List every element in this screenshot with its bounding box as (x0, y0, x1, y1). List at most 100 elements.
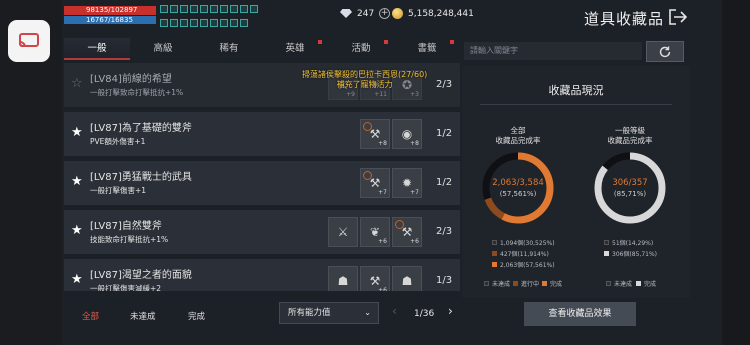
page-indicator: 1/36 (414, 309, 435, 319)
tab-rare[interactable]: 稀有 (196, 38, 262, 60)
legend-swatch (636, 281, 641, 286)
legend-text: 427個(11,914%) (500, 251, 549, 258)
item-icon: ⚒ (369, 274, 381, 288)
legend-swatch (492, 262, 497, 267)
collection-row[interactable]: ★ [LV87]自然雙斧 技能致命打擊抵抗+1% ⚔ ❦ +6 ⚒ +6 2/3 (64, 210, 460, 254)
item-slot[interactable]: ⚒ +6 (360, 266, 390, 291)
refresh-button[interactable] (646, 41, 684, 62)
favorite-star-icon[interactable]: ★ (71, 224, 83, 238)
favorite-star-icon[interactable]: ☆ (71, 77, 83, 91)
next-page-icon[interactable]: › (448, 304, 453, 318)
normal-completion-percent: (85,71%) (613, 190, 647, 198)
exit-icon[interactable] (668, 8, 688, 26)
normal-completion-value: 306/357 (592, 178, 668, 188)
buff-icon (210, 18, 218, 27)
item-enchant: +3 (410, 91, 419, 98)
collection-progress: 2/3 (436, 226, 453, 237)
gold-amount: 5,158,248,441 (408, 8, 474, 19)
item-slot[interactable]: ☗ (328, 266, 358, 291)
collection-effect: 一般打擊致命打擊抵抗+1% (90, 88, 184, 97)
item-slot[interactable]: ❦ +6 (360, 217, 390, 247)
item-collection-screen: 98135/102897 16767/16835 247 + 5,158,248… (62, 0, 722, 345)
diamond-currency: 247 + (340, 8, 391, 19)
legend-text: 未達成 (614, 281, 633, 288)
gold-currency: 5,158,248,441 (392, 8, 474, 19)
label-line: 收藏品完成率 (495, 136, 541, 145)
status-bar: 98135/102897 16767/16835 247 + 5,158,248… (62, 0, 722, 36)
label-line: 全部 (510, 126, 526, 135)
favorite-star-icon[interactable]: ★ (71, 273, 83, 287)
item-slot[interactable]: ⚒ +7 (360, 168, 390, 198)
collection-items: ⚔ ❦ +6 ⚒ +6 (328, 217, 422, 247)
tab-label: 英雄 (285, 43, 305, 54)
legend-swatch (484, 281, 489, 286)
item-icon: ☗ (337, 274, 349, 288)
item-slot[interactable]: ☗ (392, 266, 422, 291)
item-slot[interactable]: ⚒ +8 (360, 119, 390, 149)
legend-swatch (606, 281, 611, 286)
tab-event[interactable]: 活動 (328, 38, 394, 60)
label-line: 一般等級 (615, 126, 645, 135)
filter-all[interactable]: 全部 (82, 310, 99, 322)
legend-swatch (604, 240, 609, 245)
item-slot[interactable]: ✹ +7 (392, 168, 422, 198)
buff-icons (160, 5, 258, 31)
collection-row[interactable]: ★ [LV87]勇猛戰士的武具 一般打擊傷害+1 ⚒ +7 ✹ +7 1/2 (64, 161, 460, 205)
item-icon: ❦ (369, 225, 381, 239)
filter-complete[interactable]: 完成 (188, 310, 205, 322)
buff-icon (160, 18, 168, 27)
tab-advanced[interactable]: 高級 (130, 38, 196, 60)
normal-completion-label: 一般等級 收藏品完成率 (585, 126, 675, 146)
collection-progress: 2/3 (436, 79, 453, 90)
collection-row[interactable]: ★ [LV87]為了基礎的雙斧 PVE額外傷害+1 ⚒ +8 ◉ +8 1/2 (64, 112, 460, 156)
mp-text: 16767/16835 (86, 16, 133, 24)
page-title: 道具收藏品 (584, 10, 665, 28)
collection-name: [LV87]勇猛戰士的武具 (90, 172, 192, 183)
item-slot[interactable]: ⚔ (328, 217, 358, 247)
tab-normal[interactable]: 一般 (64, 38, 130, 60)
item-enchant: +6 (378, 287, 387, 291)
tab-label: 活動 (351, 43, 371, 54)
legend-text: 完成 (550, 281, 563, 288)
item-icon: ⚔ (337, 225, 349, 239)
add-diamond-button[interactable]: + (379, 8, 391, 19)
item-slot[interactable]: ◉ +8 (392, 119, 422, 149)
search-input[interactable]: 請輸入關鍵字 (464, 42, 642, 60)
buff-icon (160, 5, 168, 13)
legend-text: 2,063個(57,561%) (500, 262, 555, 269)
item-enchant: +6 (378, 238, 387, 245)
legend-swatch (492, 251, 497, 256)
favorite-star-icon[interactable]: ★ (71, 175, 83, 189)
legend-text: 進行中 (521, 281, 540, 288)
item-icon: ⚒ (369, 176, 381, 190)
legend-text: 306個(85,71%) (612, 251, 658, 258)
refresh-icon (659, 46, 671, 57)
prev-page-icon[interactable]: ‹ (392, 304, 397, 318)
tab-bookmark[interactable]: 書籤 (394, 38, 460, 60)
tab-hero[interactable]: 英雄 (262, 38, 328, 60)
collection-name: [LV87]自然雙斧 (90, 221, 162, 232)
all-completion-value: 2,063/3,584 (480, 178, 556, 188)
notification-line: 掃蕩諸侯擊殺的巴拉卡西恩(27/60) (302, 70, 428, 79)
gold-coin-icon (392, 8, 403, 19)
view-collection-effects-button[interactable]: 查看收藏品效果 (524, 302, 636, 326)
ability-filter-dropdown[interactable]: 所有能力值 ⌄ (279, 302, 379, 324)
filter-incomplete[interactable]: 未達成 (130, 310, 156, 322)
item-icon: ◉ (401, 127, 413, 141)
buff-icon (250, 5, 258, 13)
screen-cast-button[interactable] (8, 20, 50, 62)
item-enchant: +9 (346, 91, 355, 98)
buff-icon (220, 5, 228, 13)
collection-row[interactable]: ★ [LV87]渴望之者的面貌 一般打擊傷害減緩+2 ☗ ⚒ +6 ☗ 1/3 (64, 259, 460, 291)
collection-list: ☆ [LV84]前線的希望 一般打擊致命打擊抵抗+1% ⚔ +9 ✦ +11 ✪ +3… (64, 63, 460, 291)
registered-check-icon (363, 171, 372, 180)
item-enchant: +8 (378, 140, 387, 147)
notification-line: 補充了寵物活力 (336, 80, 393, 89)
collection-items: ⚒ +8 ◉ +8 (360, 119, 422, 149)
item-enchant: +8 (410, 140, 419, 147)
all-completion-label: 全部 收藏品完成率 (473, 126, 563, 146)
buff-icon (210, 5, 218, 13)
favorite-star-icon[interactable]: ★ (71, 126, 83, 140)
item-slot[interactable]: ⚒ +6 (392, 217, 422, 247)
chevron-down-icon: ⌄ (364, 308, 371, 317)
